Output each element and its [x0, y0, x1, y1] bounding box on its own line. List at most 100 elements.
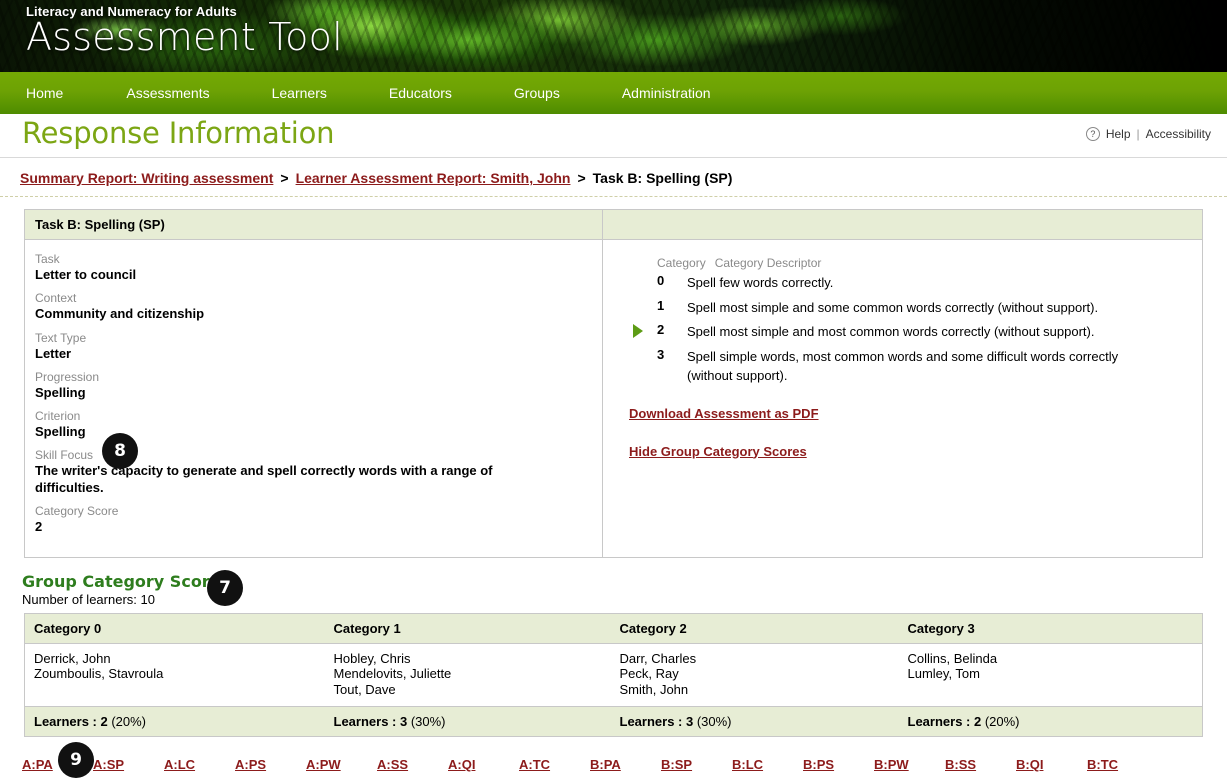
total-label: Learners : 3	[619, 713, 694, 729]
learner-list-category-1: Hobley, Chris Mendelovits, Juliette Tout…	[324, 643, 611, 707]
descriptor-row: 0 Spell few words correctly.	[629, 273, 1192, 293]
banner-title: Assessment Tool	[26, 15, 343, 59]
selected-category-triangle-icon	[633, 324, 643, 338]
descriptor-marker-slot	[629, 347, 657, 349]
task-details-column: Task B: Spelling (SP) Task Letter to cou…	[25, 210, 603, 557]
nav-item-educators[interactable]: Educators	[389, 85, 452, 101]
code-link-a-pw[interactable]: A:PW	[306, 757, 377, 772]
field-label-task: Task	[35, 252, 60, 266]
breadcrumb-separator-2: >	[577, 170, 586, 186]
code-link-a-ps[interactable]: A:PS	[235, 757, 306, 772]
list-item: Mendelovits, Juliette	[333, 666, 452, 682]
descriptor-marker-slot	[629, 322, 657, 338]
descriptor-text: Spell most simple and some common words …	[687, 299, 1099, 315]
nav-item-groups[interactable]: Groups	[514, 85, 560, 101]
learner-list-category-3: Collins, Belinda Lumley, Tom	[898, 643, 1203, 707]
descriptor-text: Spell few words correctly.	[687, 275, 834, 290]
callout-badge-7: 7	[207, 570, 243, 606]
field-label-text-type: Text Type	[35, 330, 87, 345]
breadcrumb-link-learner-report[interactable]: Learner Assessment Report: Smith, John	[296, 170, 571, 186]
nav-item-learners[interactable]: Learners	[272, 85, 327, 101]
hide-group-category-scores-link[interactable]: Hide Group Category Scores	[629, 444, 1192, 459]
code-link-a-lc[interactable]: A:LC	[164, 757, 235, 772]
code-link-b-pa[interactable]: B:PA	[590, 757, 661, 772]
code-link-b-lc[interactable]: B:LC	[732, 757, 803, 772]
accessibility-link[interactable]: Accessibility	[1146, 127, 1211, 141]
descriptor-row-selected: 2 Spell most simple and most common word…	[629, 322, 1192, 342]
code-link-b-ps[interactable]: B:PS	[803, 757, 874, 772]
code-link-a-sp[interactable]: A:SP	[93, 757, 164, 772]
descriptor-panel-heading	[603, 210, 1202, 240]
column-header-category-1: Category 1	[324, 613, 611, 644]
total-label: Learners : 2	[34, 713, 108, 729]
nav-item-assessments[interactable]: Assessments	[126, 85, 209, 101]
column-header-category-2: Category 2	[610, 613, 899, 644]
table-row: Derrick, John Zoumboulis, Stavroula Hobl…	[24, 643, 1203, 707]
descriptor-col-descriptor: Category Descriptor	[714, 256, 822, 270]
field-value-progression: Spelling	[35, 384, 86, 400]
descriptor-marker-slot	[629, 298, 657, 300]
breadcrumb-link-summary-report[interactable]: Summary Report: Writing assessment	[20, 170, 273, 186]
descriptor-body: Category Category Descriptor 0 Spell few …	[603, 240, 1202, 498]
descriptor-row: 1 Spell most simple and some common word…	[629, 298, 1192, 318]
descriptor-category-number: 1	[657, 297, 665, 313]
code-link-a-tc[interactable]: A:TC	[519, 757, 590, 772]
task-panel-heading: Task B: Spelling (SP)	[25, 210, 602, 240]
code-link-b-tc[interactable]: B:TC	[1087, 757, 1158, 772]
column-header-category-0: Category 0	[24, 613, 325, 644]
code-link-b-ss[interactable]: B:SS	[945, 757, 1016, 772]
group-category-scores-title: Group Category Scores	[22, 572, 231, 591]
list-item: Derrick, John	[34, 651, 111, 666]
field-value-text-type: Letter	[35, 345, 72, 361]
nav-item-home[interactable]: Home	[26, 85, 63, 101]
callout-badge-8: 8	[102, 433, 138, 469]
page-title: Response Information	[22, 116, 335, 150]
nav-item-administration[interactable]: Administration	[622, 85, 711, 101]
list-item: Zoumboulis, Stavroula	[34, 666, 164, 682]
task-info-panel: Task B: Spelling (SP) Task Letter to cou…	[24, 209, 1203, 558]
field-label-criterion: Criterion	[35, 409, 81, 423]
field-value-category-score: 2	[35, 518, 43, 534]
total-category-1: Learners : 3 (30%)	[324, 705, 611, 737]
total-label: Learners : 2	[907, 713, 982, 729]
table-header-row: Category 0 Category 1 Category 2 Categor…	[24, 613, 1203, 644]
number-of-learners: Number of learners: 10	[22, 592, 155, 607]
code-link-a-ss[interactable]: A:SS	[377, 757, 448, 772]
task-details-body: Task Letter to council Context Community…	[25, 240, 602, 557]
download-assessment-pdf-link[interactable]: Download Assessment as PDF	[629, 406, 1192, 421]
list-item: Collins, Belinda	[907, 651, 998, 666]
total-percent: (20%)	[107, 713, 146, 729]
code-link-b-pw[interactable]: B:PW	[874, 757, 945, 772]
code-link-b-qi[interactable]: B:QI	[1016, 757, 1087, 772]
utility-separator: |	[1136, 127, 1140, 141]
descriptor-col-category: Category	[657, 256, 706, 270]
total-percent: (20%)	[981, 713, 1020, 729]
site-banner: Literacy and Numeracy for Adults Assessm…	[0, 0, 1227, 72]
total-percent: (30%)	[693, 713, 732, 729]
task-code-links: A:PA A:SP A:LC A:PS A:PW A:SS A:QI A:TC …	[22, 757, 1227, 772]
list-item: Smith, John	[619, 681, 689, 697]
total-category-0: Learners : 2 (20%)	[24, 705, 325, 737]
table-totals-row: Learners : 2 (20%) Learners : 3 (30%) Le…	[24, 705, 1203, 737]
list-item: Peck, Ray	[619, 666, 679, 682]
group-category-scores-header: Group Category Scores Number of learners…	[22, 572, 1227, 607]
descriptor-category-number: 0	[657, 273, 665, 288]
code-link-a-qi[interactable]: A:QI	[448, 757, 519, 772]
learner-list-category-2: Darr, Charles Peck, Ray Smith, John	[610, 643, 899, 707]
breadcrumb-separator-1: >	[280, 170, 289, 186]
code-link-b-sp[interactable]: B:SP	[661, 757, 732, 772]
page-title-row: Response Information ? Help | Accessibil…	[0, 114, 1227, 158]
breadcrumb-current: Task B: Spelling (SP)	[592, 170, 733, 186]
help-link[interactable]: Help	[1106, 127, 1131, 141]
utility-links: ? Help | Accessibility	[1085, 127, 1211, 141]
descriptor-table-header: Category Category Descriptor	[629, 256, 1192, 270]
total-label: Learners : 3	[333, 713, 408, 729]
field-value-task: Letter to council	[35, 267, 137, 282]
descriptor-column: Category Category Descriptor 0 Spell few …	[603, 210, 1202, 557]
list-item: Lumley, Tom	[907, 666, 981, 682]
field-label-context: Context	[35, 291, 77, 306]
descriptor-category-number: 2	[657, 322, 665, 337]
total-category-3: Learners : 2 (20%)	[898, 705, 1203, 737]
question-mark-icon: ?	[1085, 127, 1100, 141]
callout-badge-9: 9	[58, 742, 94, 778]
